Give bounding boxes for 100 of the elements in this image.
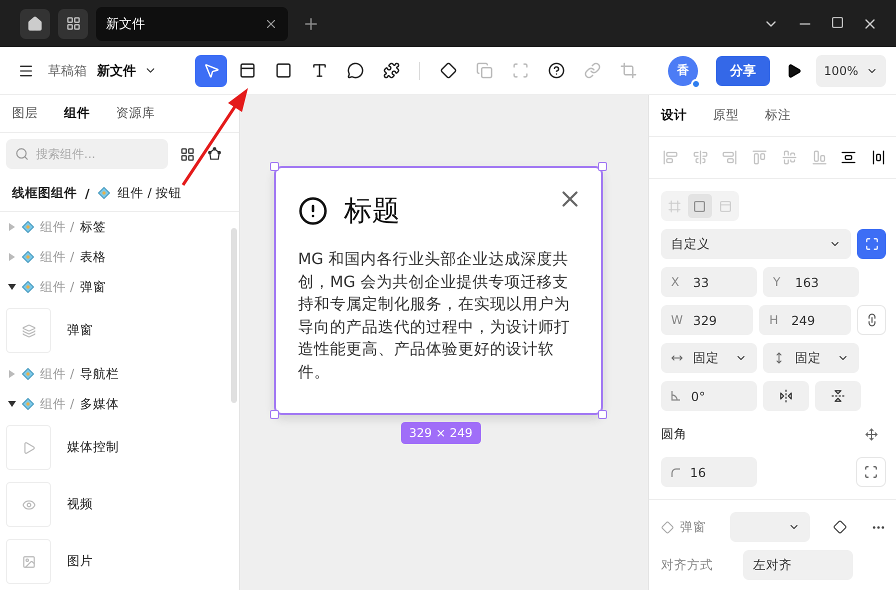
templates-button[interactable] — [58, 8, 88, 38]
pointer-icon — [202, 62, 220, 79]
align-icon — [782, 150, 797, 165]
zoom-dropdown[interactable]: 100% — [816, 54, 886, 86]
group-name[interactable]: 弹窗 — [80, 278, 106, 296]
flip-horizontal-button[interactable] — [763, 381, 809, 411]
sizing-dropdown[interactable]: 固定 — [763, 343, 859, 373]
search-icon — [15, 147, 29, 162]
play-icon[interactable] — [786, 62, 802, 78]
cloud-nodes-icon[interactable] — [207, 146, 222, 162]
resize-handle[interactable] — [598, 162, 607, 171]
diamond-icon — [440, 62, 456, 79]
component-diamond-icon — [22, 368, 34, 380]
group-prefix: 组件 / — [40, 396, 74, 412]
puzzle-icon — [382, 62, 400, 79]
sizing-dropdown[interactable]: 固定 — [661, 343, 757, 373]
rotation-field[interactable]: 0° — [661, 381, 757, 411]
group-prefix: 组件 / — [40, 278, 74, 296]
component-name[interactable]: 视频 — [67, 496, 93, 513]
alert-icon — [298, 196, 328, 226]
maximize-icon[interactable] — [831, 16, 844, 28]
frame-mode-button[interactable] — [688, 194, 712, 218]
grid-icon — [66, 16, 80, 31]
dimension-field[interactable]: W 329 — [661, 305, 754, 335]
panel-tab[interactable]: 标注 — [765, 107, 791, 124]
component-name[interactable]: 弹窗 — [67, 322, 93, 339]
group-name[interactable]: 标签 — [80, 218, 106, 236]
text-icon — [310, 62, 328, 79]
lock-ratio-button[interactable] — [857, 305, 886, 335]
resize-handle[interactable] — [270, 162, 279, 171]
path-separator: / — [85, 186, 90, 201]
section-title: 圆角 — [661, 426, 687, 442]
component-diamond-icon — [98, 187, 110, 200]
dashed-frame-icon — [668, 200, 682, 212]
component-thumbnail[interactable] — [6, 308, 51, 353]
component-name[interactable]: 媒体控制 — [67, 439, 119, 456]
group-name[interactable]: 表格 — [80, 248, 106, 266]
group-name[interactable]: 多媒体 — [80, 396, 120, 412]
diamond-icon[interactable] — [833, 520, 848, 534]
radius-field[interactable]: 16 — [661, 457, 757, 487]
component-thumbnail[interactable] — [6, 425, 51, 470]
panel-tab[interactable]: 设计 — [661, 107, 687, 124]
panel-tab[interactable]: 资源库 — [116, 105, 155, 122]
scrollbar[interactable] — [231, 228, 237, 403]
library-name[interactable]: 线框图组件 — [12, 184, 77, 202]
component-thumbnail[interactable] — [6, 539, 51, 584]
panel-tab[interactable]: 原型 — [713, 107, 739, 124]
expand-triangle-icon[interactable] — [8, 284, 16, 290]
component-name: 弹窗 — [680, 518, 706, 536]
flip-vertical-button[interactable] — [815, 381, 861, 411]
fit-frame-button[interactable] — [857, 229, 886, 259]
property-label: 对齐方式 — [661, 556, 713, 574]
component-diamond-icon — [22, 281, 34, 293]
grid-view-icon[interactable] — [180, 146, 195, 162]
square-icon — [693, 200, 706, 212]
overlap-squares-icon — [476, 62, 492, 79]
image-icon — [22, 554, 36, 568]
layers-icon — [22, 324, 36, 338]
home-button[interactable] — [20, 8, 50, 38]
component-thumbnail[interactable] — [6, 482, 51, 527]
angle-icon — [671, 391, 681, 401]
panel-tab[interactable]: 图层 — [12, 105, 38, 122]
flip-horizontal-icon — [779, 389, 793, 403]
panel-icon — [718, 200, 732, 212]
resize-handle[interactable] — [598, 410, 607, 419]
align-icon — [692, 150, 708, 165]
group-prefix: 组件 / — [40, 218, 74, 236]
drafts-link[interactable]: 草稿箱 — [48, 62, 87, 80]
share-button[interactable]: 分享 — [716, 56, 770, 86]
file-name[interactable]: 新文件 — [97, 62, 136, 80]
independent-corners-button[interactable] — [856, 457, 886, 487]
align-button[interactable] — [841, 150, 856, 165]
align-dropdown[interactable]: 左对齐 — [743, 550, 853, 580]
bounding-box-icon — [512, 62, 528, 79]
pointer-tool-button[interactable] — [195, 54, 227, 86]
resize-handle[interactable] — [270, 410, 279, 419]
align-icon — [663, 150, 678, 165]
menu-icon[interactable] — [18, 62, 34, 78]
corner-radius-icon — [671, 468, 680, 476]
dimension-field[interactable]: X 33 — [661, 267, 757, 297]
file-tab[interactable]: 新文件 — [96, 6, 288, 40]
group-name[interactable]: 导航栏 — [80, 366, 120, 382]
component-name[interactable]: 图片 — [67, 553, 93, 570]
align-icon — [870, 150, 886, 165]
search-field[interactable]: 搜索组件... — [6, 139, 168, 170]
group-prefix: 组件 / — [40, 248, 74, 266]
preset-dropdown[interactable]: 自定义 — [661, 229, 852, 259]
diamond-icon — [661, 520, 674, 534]
component-diamond-icon — [22, 398, 34, 410]
panel-tab[interactable]: 组件 — [64, 105, 90, 122]
link-icon — [584, 62, 600, 79]
align-icon — [812, 150, 827, 165]
align-button[interactable] — [870, 150, 886, 165]
dimension-field[interactable]: Y 163 — [763, 267, 859, 297]
dialog-body: MG 和国内各行业头部企业达成深度共创，MG 会为共创企业提供专项迁移支持和专属定制化服务，在实现以用户为导向的产品迭代的过程中，为设计师打造性能更高、产品体验更好的设计软件。 — [298, 249, 571, 382]
size-label: 329 × 249 — [401, 422, 480, 444]
expand-triangle-icon[interactable] — [8, 401, 16, 407]
flip-vertical-icon — [831, 389, 845, 403]
dimension-field[interactable]: H 249 — [759, 305, 852, 335]
user-avatar[interactable]: 香 — [668, 56, 698, 86]
